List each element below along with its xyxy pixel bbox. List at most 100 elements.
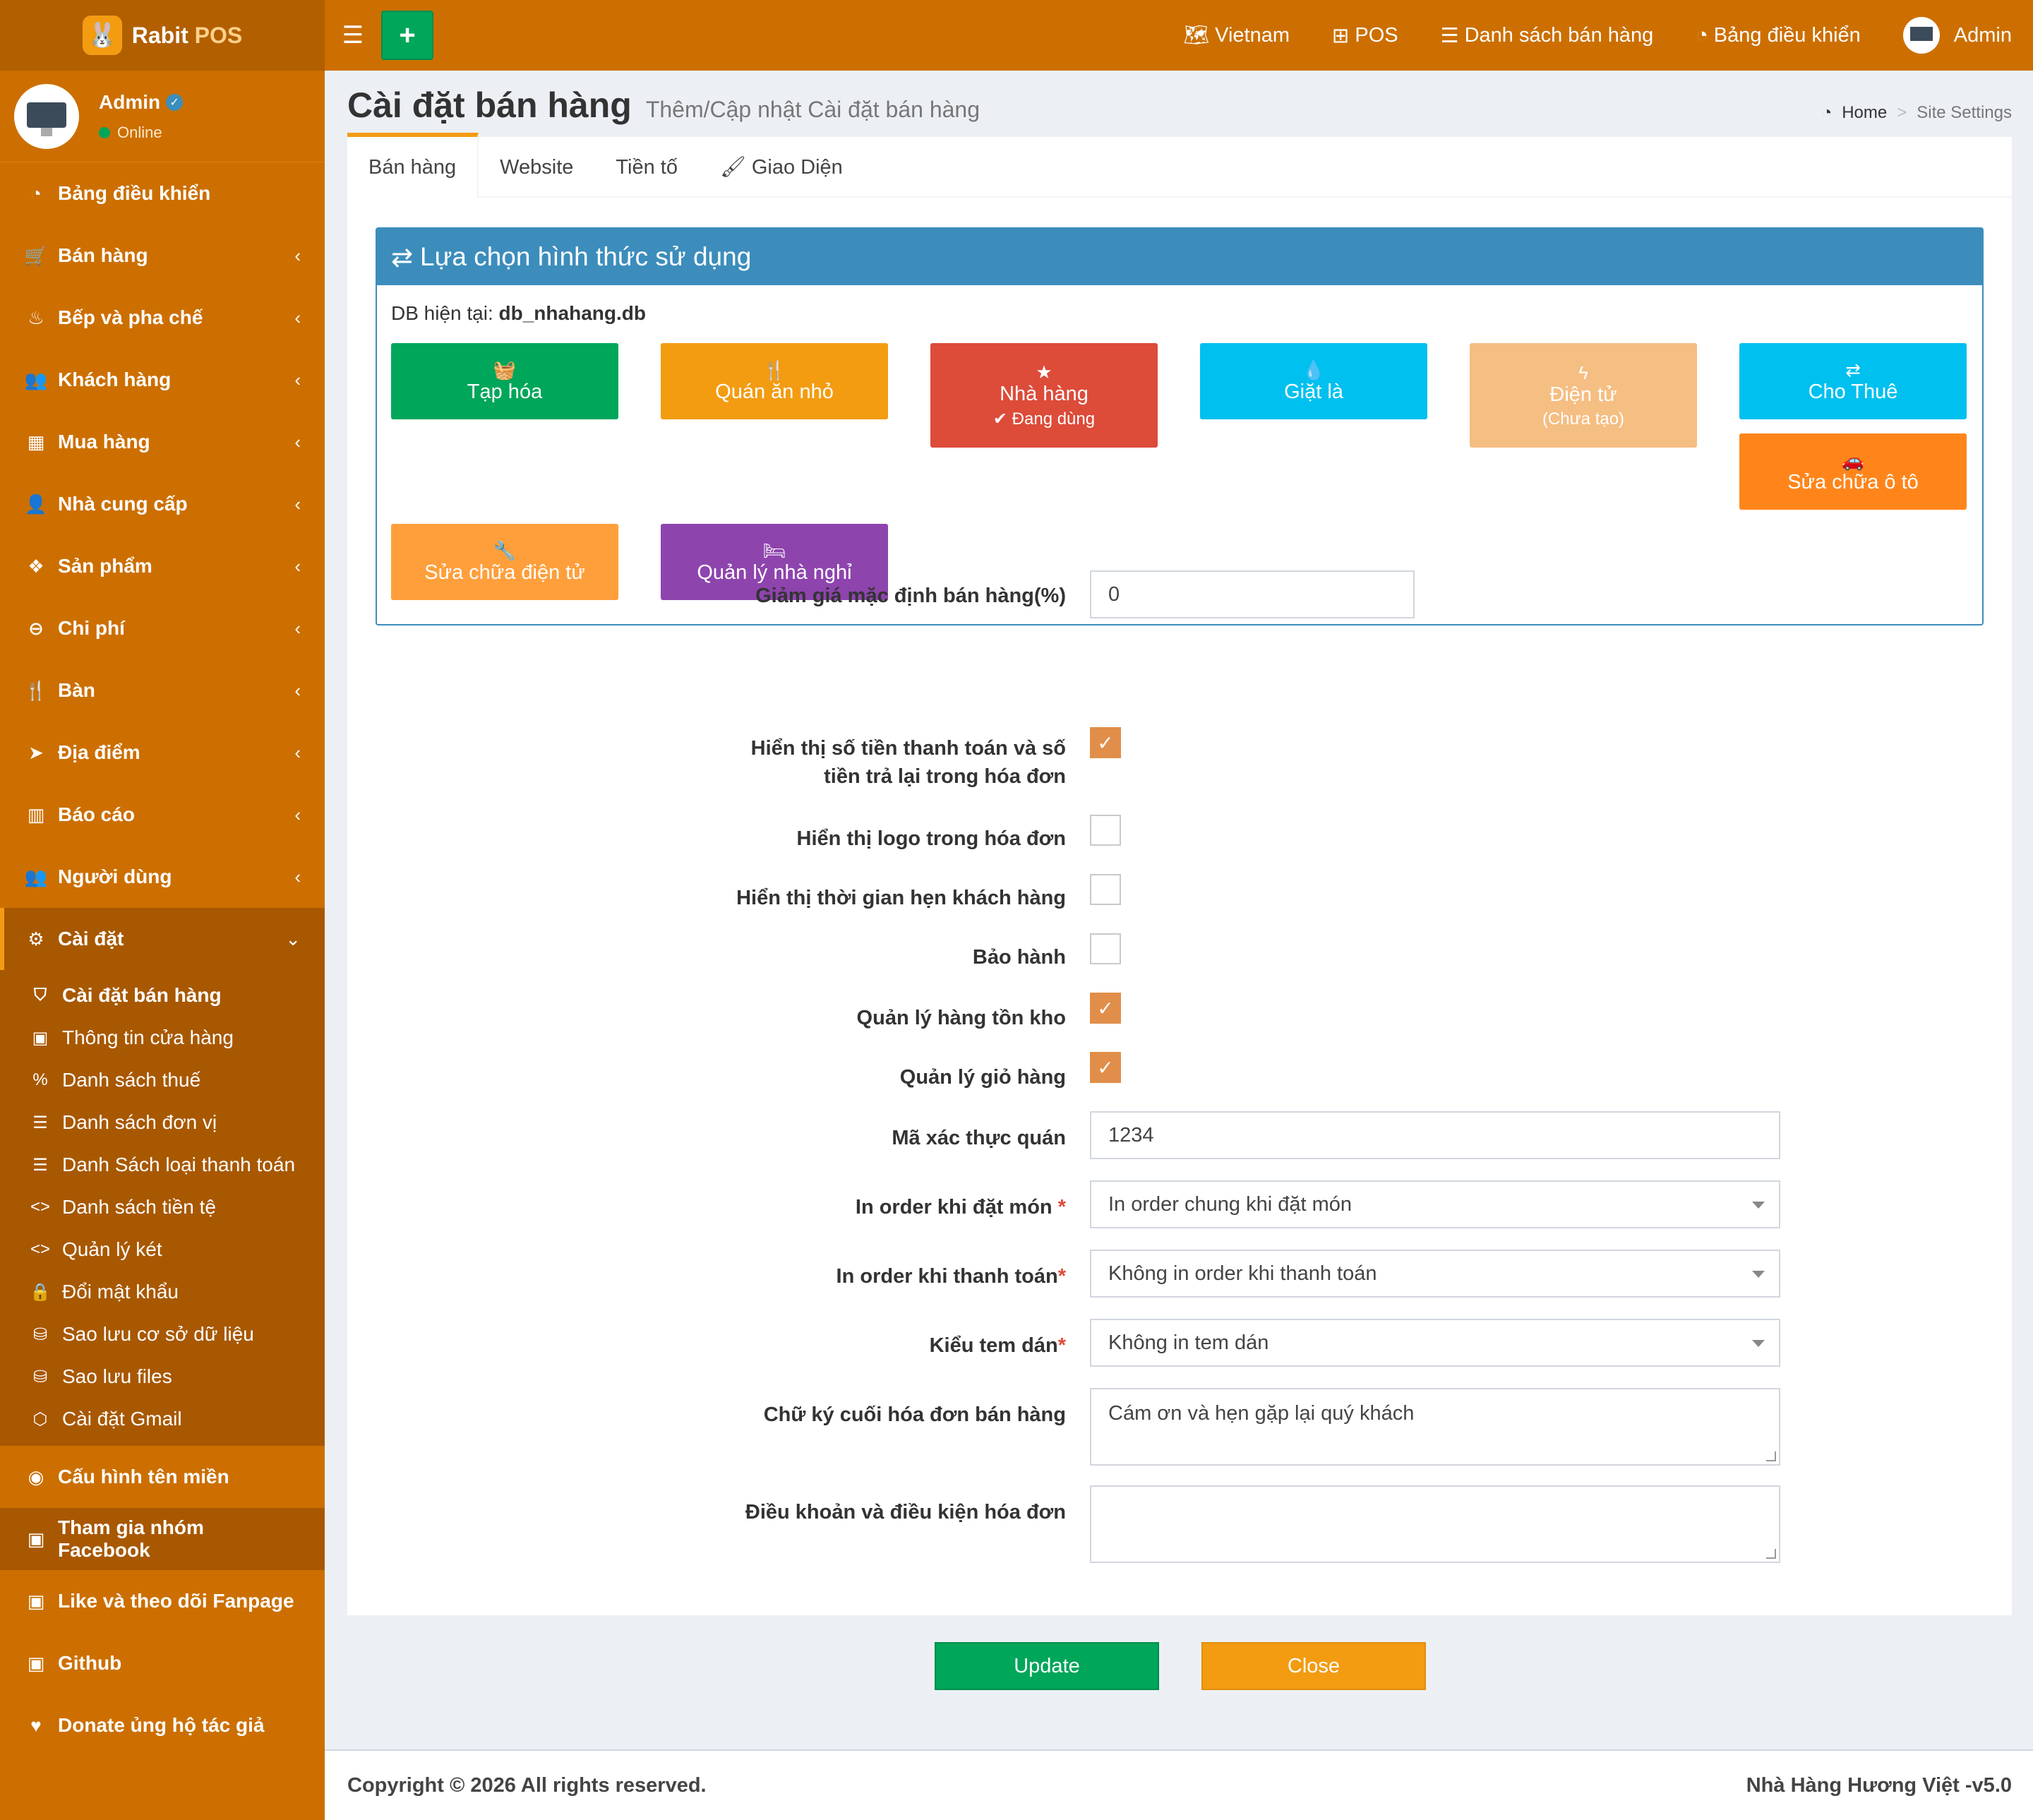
sidebar-item[interactable]: 👤 Nhà cung cấp ‹	[0, 473, 325, 535]
sidebar-item-label: Tham gia nhóm Facebook	[58, 1516, 204, 1561]
resize-handle[interactable]	[1766, 1451, 1776, 1461]
warranty-checkbox[interactable]	[1090, 933, 1121, 964]
sticker-select[interactable]: Không in tem dán	[1090, 1319, 1780, 1367]
sales-list-link[interactable]: ☰ Danh sách bán hàng	[1420, 0, 1675, 71]
mode-status: (Chưa tạo)	[1542, 409, 1625, 429]
auth-code-input[interactable]: 1234	[1090, 1111, 1780, 1159]
mode-button[interactable]: 💧 Giặt là	[1200, 343, 1427, 419]
submenu-item[interactable]: <> Danh sách tiền tệ	[0, 1186, 325, 1228]
sidebar-item[interactable]: 👥 Người dùng ‹	[0, 846, 325, 908]
resize-handle[interactable]	[1766, 1549, 1776, 1559]
sidebar-item[interactable]: 👥 Khách hàng ‹	[0, 349, 325, 411]
cart-label: Quản lý giỏ hàng	[899, 1066, 1066, 1089]
print-payment-select[interactable]: Không in order khi thanh toán	[1090, 1250, 1780, 1298]
show-payment-label: Hiển thị số tiền thanh toán và số tiền t…	[347, 734, 1066, 791]
tab-website[interactable]: Website	[479, 137, 594, 198]
submenu-item[interactable]: ⛁ Sao lưu cơ sở dữ liệu	[0, 1313, 325, 1355]
list-icon: ☰	[1440, 24, 1459, 47]
update-button[interactable]: Update	[935, 1642, 1159, 1690]
sidebar-item[interactable]: 🍴 Bàn ‹	[0, 659, 325, 722]
dashboard-link[interactable]: ◔ Bảng điều khiển	[1674, 0, 1882, 71]
user-status: Online	[117, 123, 162, 141]
submenu-item[interactable]: ☰ Danh sách đơn vị	[0, 1101, 325, 1144]
submenu-item[interactable]: ☰ Danh Sách loại thanh toán	[0, 1144, 325, 1186]
signature-textarea[interactable]: Cám ơn và hẹn gặp lại quý khách	[1090, 1388, 1780, 1466]
wrench-icon: 🔧	[493, 539, 517, 561]
sidebar-item-label: Địa điểm	[58, 741, 140, 763]
pos-link[interactable]: ⊞ POS	[1311, 0, 1420, 71]
submenu-item[interactable]: <> Quản lý két	[0, 1228, 325, 1271]
sidebar-item[interactable]: ♨ Bếp và pha chế ‹	[0, 287, 325, 349]
discount-input[interactable]: 0	[1090, 570, 1415, 618]
submenu-item[interactable]: % Danh sách thuế	[0, 1059, 325, 1101]
sidebar-item[interactable]: ▦ Mua hàng ‹	[0, 411, 325, 473]
tabs: Bán hàng Website Tiền tố 🖌 Giao Diện	[347, 133, 2012, 198]
tab-tien-to[interactable]: Tiền tố	[594, 137, 699, 198]
sidebar-item[interactable]: ◉ Cấu hình tên miền	[0, 1446, 325, 1508]
submenu-item[interactable]: 🔒 Đổi mật khẩu	[0, 1271, 325, 1313]
sidebar-item-label: Mua hàng	[58, 431, 150, 453]
logo[interactable]: 🐰 Rabit POS	[0, 0, 325, 71]
sidebar-item[interactable]: ➤ Địa điểm ‹	[0, 722, 325, 784]
sidebar-item[interactable]: ⊖ Chi phí ‹	[0, 597, 325, 659]
submenu-item[interactable]: ⬡ Cài đặt Gmail	[0, 1398, 325, 1440]
sidebar-item[interactable]: ▥ Báo cáo ‹	[0, 784, 325, 846]
sidebar-item-label: Cấu hình tên miền	[58, 1466, 229, 1487]
language-icon: 🗺	[1183, 24, 1210, 47]
chevron-icon: ‹	[294, 679, 301, 701]
sidebar-item-label: Nhà cung cấp	[58, 493, 188, 515]
submenu-item-label: Đổi mật khẩu	[62, 1281, 179, 1303]
sidebar-item-label: Github	[58, 1652, 122, 1674]
sidebar-item-label: Sản phẩm	[58, 555, 152, 577]
nav-user-name: Admin	[1953, 23, 2012, 47]
cart-checkbox[interactable]: ✓	[1090, 1052, 1121, 1083]
breadcrumb-current: Site Settings	[1917, 103, 2012, 122]
add-button[interactable]: +	[381, 11, 433, 60]
submenu-item[interactable]: ⛁ Sao lưu files	[0, 1355, 325, 1398]
mode-label: Sửa chữa ô tô	[1787, 470, 1919, 493]
mode-button[interactable]: ϟ Điện tử (Chưa tạo)	[1470, 343, 1697, 448]
submenu-item[interactable]: ▣ Thông tin cửa hàng	[0, 1017, 325, 1059]
sidebar-item[interactable]: ⚙ Cài đặt ⌄	[0, 908, 325, 970]
list-icon: ☰	[32, 1155, 48, 1175]
app-version: Nhà Hàng Hương Việt -v5.0	[1746, 1773, 2012, 1797]
sidebar-item[interactable]: ▣ Tham gia nhóm Facebook	[0, 1508, 325, 1570]
submenu-item-label: Cài đặt bán hàng	[62, 984, 222, 1006]
mode-button[interactable]: 🧺 Tạp hóa	[391, 343, 618, 419]
sidebar-item[interactable]: ◔ Bảng điều khiển	[0, 162, 325, 224]
mode-button[interactable]: 🍴 Quán ăn nhỏ	[661, 343, 888, 419]
close-button[interactable]: Close	[1201, 1642, 1426, 1690]
tab-ban-hang[interactable]: Bán hàng	[347, 133, 479, 198]
show-time-label: Hiển thị thời gian hẹn khách hàng	[736, 887, 1066, 909]
submenu-item[interactable]: ⛉ Cài đặt bán hàng	[0, 974, 325, 1017]
user-menu[interactable]: Admin	[1882, 17, 2033, 54]
inventory-checkbox[interactable]: ✓	[1090, 993, 1121, 1024]
mode-label: Giặt là	[1284, 380, 1343, 403]
print-order-select[interactable]: In order chung khi đặt món	[1090, 1180, 1780, 1228]
sidebar-item-label: Khách hàng	[58, 369, 172, 390]
user-panel: Admin ✓ Online	[0, 71, 325, 162]
sidebar-item[interactable]: ▣ Github	[0, 1632, 325, 1694]
mode-button[interactable]: 🚗 Sửa chữa ô tô	[1739, 433, 1967, 510]
hamburger-icon[interactable]: ☰	[325, 21, 381, 49]
show-payment-label-line1: Hiển thị số tiền thanh toán và số	[750, 737, 1066, 760]
submenu-item-label: Sao lưu cơ sở dữ liệu	[62, 1323, 254, 1345]
sidebar-item[interactable]: ❖ Sản phẩm ‹	[0, 535, 325, 597]
show-logo-checkbox[interactable]	[1090, 815, 1121, 846]
show-payment-checkbox[interactable]: ✓	[1090, 727, 1121, 758]
plus-square-icon: ⊞	[1332, 24, 1350, 47]
tab-giao-dien[interactable]: 🖌 Giao Diện	[699, 137, 864, 198]
sidebar-item[interactable]: ▣ Like và theo dõi Fanpage	[0, 1570, 325, 1632]
submenu-item-label: Thông tin cửa hàng	[62, 1026, 234, 1048]
breadcrumb-home[interactable]: Home	[1842, 103, 1887, 123]
language-link[interactable]: 🗺 Vietnam	[1162, 0, 1311, 71]
mode-button[interactable]: ★ Nhà hàng ✔ Đang dùng	[930, 343, 1158, 448]
show-time-checkbox[interactable]	[1090, 874, 1121, 905]
terms-textarea[interactable]	[1090, 1485, 1780, 1563]
sidebar-item[interactable]: ♥ Donate ủng hộ tác giả	[0, 1694, 325, 1756]
chevron-icon: ‹	[294, 369, 301, 390]
sidebar-item[interactable]: 🛒 Bán hàng ‹	[0, 224, 325, 287]
mode-button[interactable]: ⇄ Cho Thuê	[1739, 343, 1967, 419]
print-order-label-text: In order khi đặt món	[855, 1196, 1053, 1219]
inventory-label: Quản lý hàng tồn kho	[856, 1007, 1066, 1029]
